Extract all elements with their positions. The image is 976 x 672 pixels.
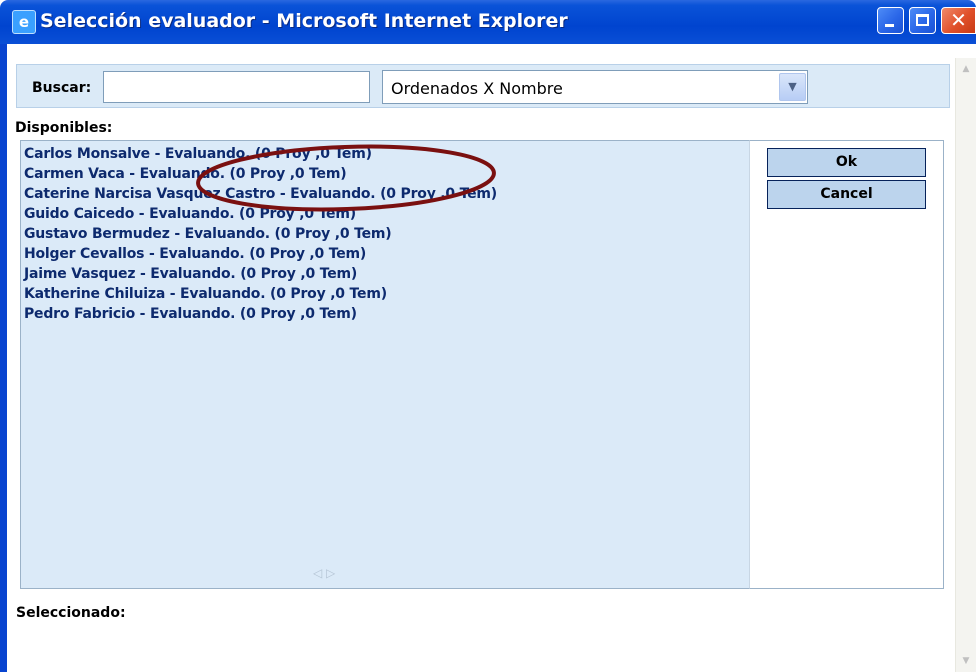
maximize-button[interactable]	[909, 7, 936, 34]
cancel-button[interactable]: Cancel	[767, 180, 926, 209]
maximize-icon	[916, 14, 929, 26]
window-frame-left	[0, 44, 7, 672]
available-label: Disponibles:	[15, 120, 113, 136]
ok-button[interactable]: Ok	[767, 148, 926, 177]
list-item[interactable]: Carlos Monsalve - Evaluando. (0 Proy ,0 …	[24, 146, 372, 163]
selected-label: Seleccionado:	[16, 605, 126, 621]
list-item[interactable]: Pedro Fabricio - Evaluando. (0 Proy ,0 T…	[24, 306, 357, 323]
window-titlebar[interactable]: e Selección evaluador - Microsoft Intern…	[0, 0, 976, 44]
list-item[interactable]: Guido Caicedo - Evaluando. (0 Proy ,0 Te…	[24, 206, 356, 223]
list-item[interactable]: Jaime Vasquez - Evaluando. (0 Proy ,0 Te…	[24, 266, 357, 283]
search-input[interactable]	[103, 71, 370, 103]
list-item[interactable]: Caterine Narcisa Vasquez Castro - Evalua…	[24, 186, 497, 203]
list-item[interactable]: Gustavo Bermudez - Evaluando. (0 Proy ,0…	[24, 226, 392, 243]
close-button[interactable]: ✕	[941, 7, 976, 34]
minimize-icon	[885, 24, 894, 27]
search-label: Buscar:	[32, 80, 92, 96]
close-icon: ✕	[950, 8, 967, 32]
ie-page-icon: e	[12, 10, 36, 34]
window-title: Selección evaluador - Microsoft Internet…	[40, 10, 568, 32]
sort-select[interactable]: Ordenados X Nombre ▼	[382, 70, 808, 104]
list-item[interactable]: Katherine Chiluiza - Evaluando. (0 Proy …	[24, 286, 387, 303]
chevron-down-icon[interactable]: ▼	[779, 73, 806, 101]
scroll-up-icon[interactable]: ▲	[957, 60, 975, 78]
minimize-button[interactable]	[877, 7, 904, 34]
list-hscroll-arrows[interactable]: ◁ ▷	[313, 566, 335, 580]
sort-select-value: Ordenados X Nombre	[391, 79, 563, 98]
list-item[interactable]: Holger Cevallos - Evaluando. (0 Proy ,0 …	[24, 246, 366, 263]
scroll-down-icon[interactable]: ▼	[957, 652, 975, 670]
list-item[interactable]: Carmen Vaca - Evaluando. (0 Proy ,0 Tem)	[24, 166, 347, 183]
page-scrollbar[interactable]: ▲ ▼	[955, 58, 976, 672]
